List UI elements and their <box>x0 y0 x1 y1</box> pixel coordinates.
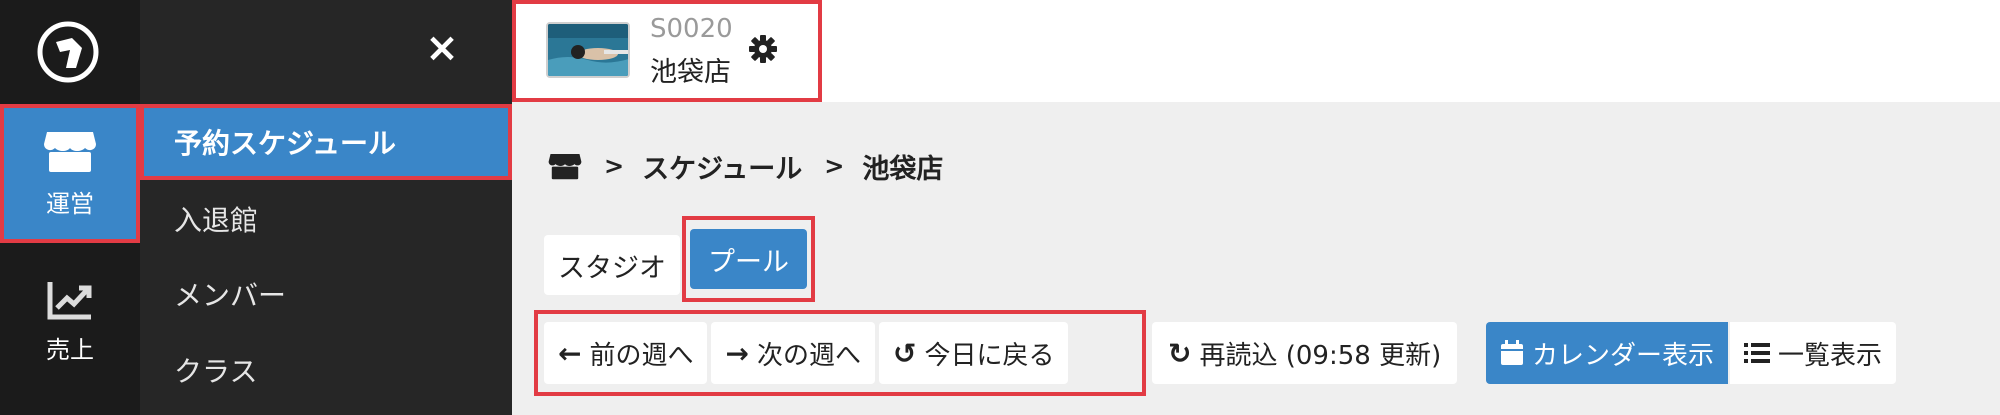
store-icon[interactable] <box>548 151 582 181</box>
next-week-label: 次の週へ <box>756 340 861 371</box>
arrow-right-icon: → <box>725 336 749 370</box>
calendar-icon <box>1501 340 1523 365</box>
calendar-view-label: カレンダー表示 <box>1532 340 1715 371</box>
view-toggle: カレンダー表示 一覧表示 <box>1486 322 1897 384</box>
swimmer-image <box>548 24 628 76</box>
back-to-today-label: 今日に戻る <box>924 340 1055 371</box>
store-selector[interactable]: S0020 池袋店 <box>512 0 822 102</box>
store-thumbnail <box>546 22 630 78</box>
store-code: S0020 <box>650 14 733 44</box>
store-name: 池袋店 <box>650 57 731 88</box>
sync-icon: ↻ <box>1168 336 1192 370</box>
arrow-left-icon: ← <box>558 336 582 370</box>
prev-week-button[interactable]: ← 前の週へ <box>544 322 708 384</box>
rail-item-label: 売上 <box>46 335 94 364</box>
submenu-panel: × 予約スケジュール 入退館 メンバー クラス <box>140 0 512 415</box>
breadcrumb-separator: > <box>604 152 625 180</box>
rail-item-sales[interactable]: 売上 <box>0 262 140 382</box>
reload-button[interactable]: ↻ 再読込 (09:58 更新) <box>1152 322 1458 384</box>
list-view-label: 一覧表示 <box>1778 340 1883 371</box>
week-navigation: ← 前の週へ → 次の週へ ↺ 今日に戻る <box>534 310 1146 396</box>
breadcrumb-item-store: 池袋店 <box>862 153 944 185</box>
top-header: S0020 池袋店 <box>512 0 2000 102</box>
gear-icon[interactable] <box>748 34 778 64</box>
tab-pool-highlight: プール <box>682 216 815 302</box>
prev-week-label: 前の週へ <box>589 340 694 371</box>
rail-item-operations[interactable]: 運営 <box>0 104 140 243</box>
submenu-item-classes[interactable]: クラス <box>140 334 512 406</box>
breadcrumb-separator: > <box>824 152 845 180</box>
calendar-view-button[interactable]: カレンダー表示 <box>1486 322 1729 384</box>
reload-label: 再読込 (09:58 更新) <box>1199 340 1442 371</box>
submenu-item-members[interactable]: メンバー <box>140 258 512 330</box>
submenu-item-reservation-schedule[interactable]: 予約スケジュール <box>140 104 512 180</box>
breadcrumb-item-schedule[interactable]: スケジュール <box>642 147 802 186</box>
rail-item-label: 運営 <box>46 190 94 218</box>
breadcrumb: > スケジュール > 池袋店 <box>548 146 943 186</box>
tab-pool[interactable]: プール <box>690 229 807 289</box>
brand-logo-icon[interactable] <box>36 20 100 84</box>
chart-line-icon <box>47 281 92 319</box>
back-to-today-button[interactable]: ↺ 今日に戻る <box>878 322 1069 384</box>
facility-tabs: スタジオ プール <box>544 216 815 302</box>
undo-icon: ↺ <box>892 336 917 370</box>
next-week-button[interactable]: → 次の週へ <box>711 322 875 384</box>
submenu-item-entry-exit[interactable]: 入退館 <box>140 183 512 255</box>
tab-studio[interactable]: スタジオ <box>544 235 680 295</box>
list-icon <box>1744 343 1771 363</box>
close-menu-button[interactable]: × <box>420 26 464 70</box>
list-view-button[interactable]: 一覧表示 <box>1730 322 1897 384</box>
store-icon <box>44 132 96 172</box>
icon-rail: 運営 売上 <box>0 0 140 415</box>
